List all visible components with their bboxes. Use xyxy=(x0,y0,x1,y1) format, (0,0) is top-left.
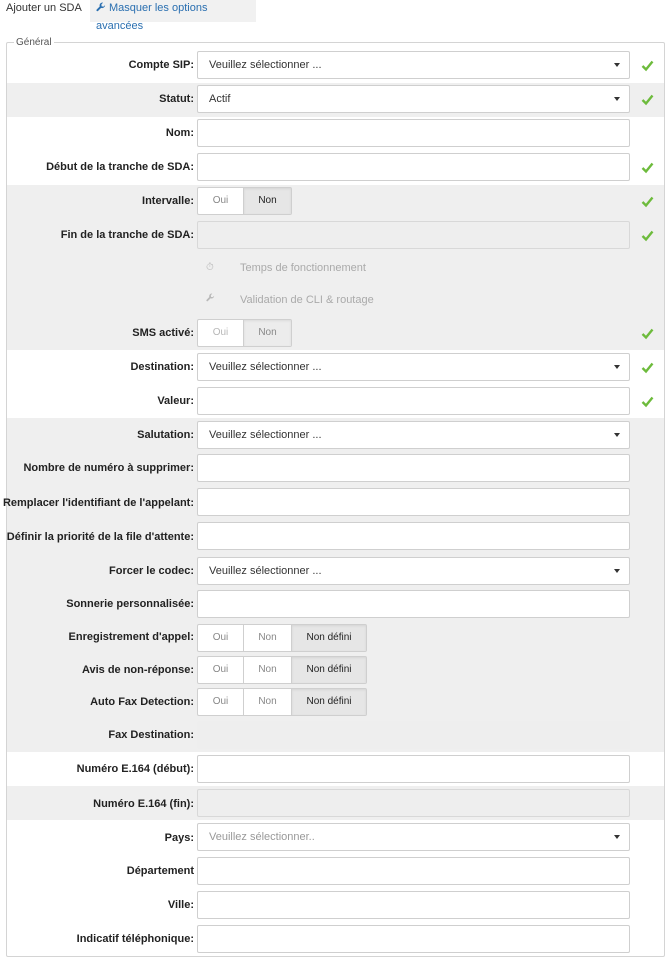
valeur-input[interactable] xyxy=(197,387,630,415)
pays-label: Pays: xyxy=(164,832,194,844)
autofax-oui-option[interactable]: Oui xyxy=(198,689,244,715)
intervalle-label: Intervalle: xyxy=(142,195,194,207)
temps-fonctionnement-label: Temps de fonctionnement xyxy=(240,262,366,274)
indicatif-input[interactable] xyxy=(197,925,630,953)
autofax-toggle[interactable]: Oui Non Non défini xyxy=(197,688,367,716)
destination-select[interactable]: Veuillez sélectionner ... xyxy=(197,353,630,381)
fin-tranche-label: Fin de la tranche de SDA: xyxy=(60,229,194,241)
sonnerie-label: Sonnerie personnalisée: xyxy=(66,598,194,610)
temps-fonctionnement-button[interactable]: ⏱ Temps de fonctionnement xyxy=(197,255,377,281)
wrench-icon xyxy=(206,287,215,313)
ville-label: Ville: xyxy=(167,899,194,911)
check-icon xyxy=(641,230,654,242)
sms-label: SMS activé: xyxy=(132,327,194,339)
avis-non-option[interactable]: Non xyxy=(244,657,292,683)
toggle-advanced-label: Masquer les options avancées xyxy=(96,2,208,32)
avis-oui-option[interactable]: Oui xyxy=(198,657,244,683)
avis-toggle[interactable]: Oui Non Non défini xyxy=(197,656,367,684)
intervalle-non-option[interactable]: Non xyxy=(244,188,291,214)
avis-non-defini-option[interactable]: Non défini xyxy=(292,657,366,683)
toggle-advanced-options-link[interactable]: Masquer les options avancées xyxy=(90,0,256,32)
intervalle-toggle[interactable]: Oui Non xyxy=(197,187,292,215)
departement-input[interactable] xyxy=(197,857,630,885)
statut-label: Statut: xyxy=(159,93,194,105)
autofax-non-defini-option[interactable]: Non défini xyxy=(292,689,366,715)
validation-cli-label: Validation de CLI & routage xyxy=(240,294,374,306)
fax-destination-label: Fax Destination: xyxy=(108,729,194,741)
priorite-input[interactable] xyxy=(197,522,630,550)
enregistrement-oui-option[interactable]: Oui xyxy=(198,625,244,651)
fax-destination-input[interactable] xyxy=(197,721,630,749)
ville-input[interactable] xyxy=(197,891,630,919)
intervalle-oui-option[interactable]: Oui xyxy=(198,188,244,214)
caret-down-icon xyxy=(614,835,620,839)
indicatif-label: Indicatif téléphonique: xyxy=(76,933,194,945)
statut-select[interactable]: Actif xyxy=(197,85,630,113)
check-icon xyxy=(641,396,654,408)
clock-icon: ⏱ xyxy=(206,262,214,273)
nom-label: Nom: xyxy=(165,127,194,139)
autofax-label: Auto Fax Detection: xyxy=(90,696,194,708)
autofax-non-option[interactable]: Non xyxy=(244,689,292,715)
sms-oui-option[interactable]: Oui xyxy=(198,320,244,346)
remplacer-id-label: Remplacer l'identifiant de l'appelant: xyxy=(2,497,194,509)
e164-debut-input[interactable] xyxy=(197,755,630,783)
fin-tranche-input[interactable] xyxy=(197,221,630,249)
e164-debut-label: Numéro E.164 (début): xyxy=(76,763,194,775)
check-icon xyxy=(641,94,654,106)
sms-non-option[interactable]: Non xyxy=(244,320,291,346)
debut-tranche-label: Début de la tranche de SDA: xyxy=(46,161,194,173)
e164-fin-label: Numéro E.164 (fin): xyxy=(93,798,194,810)
validation-cli-button[interactable]: Validation de CLI & routage xyxy=(197,287,383,313)
check-icon xyxy=(641,328,654,340)
caret-down-icon xyxy=(614,365,620,369)
enregistrement-toggle[interactable]: Oui Non Non défini xyxy=(197,624,367,652)
remplacer-id-input[interactable] xyxy=(197,488,630,516)
compte-sip-select[interactable]: Veuillez sélectionner ... xyxy=(197,51,630,79)
caret-down-icon xyxy=(614,569,620,573)
enregistrement-label: Enregistrement d'appel: xyxy=(68,631,194,643)
destination-label: Destination: xyxy=(130,361,194,373)
tab-add-sda[interactable]: Ajouter un SDA xyxy=(0,0,88,22)
compte-sip-label: Compte SIP: xyxy=(128,59,194,71)
salutation-label: Salutation: xyxy=(137,429,194,441)
nb-supprimer-input[interactable] xyxy=(197,454,630,482)
enregistrement-non-defini-option[interactable]: Non défini xyxy=(292,625,366,651)
enregistrement-non-option[interactable]: Non xyxy=(244,625,292,651)
check-icon xyxy=(641,162,654,174)
sonnerie-input[interactable] xyxy=(197,590,630,618)
nom-input[interactable] xyxy=(197,119,630,147)
codec-select[interactable]: Veuillez sélectionner ... xyxy=(197,557,630,585)
caret-down-icon xyxy=(614,63,620,67)
caret-down-icon xyxy=(614,433,620,437)
avis-label: Avis de non-réponse: xyxy=(81,664,194,676)
departement-label: Département xyxy=(126,865,194,877)
caret-down-icon xyxy=(614,97,620,101)
pays-select[interactable]: Veuillez sélectionner.. xyxy=(197,823,630,851)
check-icon xyxy=(641,196,654,208)
e164-fin-input[interactable] xyxy=(197,789,630,817)
check-icon xyxy=(641,60,654,72)
tab-bar: Ajouter un SDA Masquer les options avanc… xyxy=(0,0,666,32)
priorite-label: Définir la priorité de la file d'attente… xyxy=(6,531,194,543)
valeur-label: Valeur: xyxy=(157,395,194,407)
nb-supprimer-label: Nombre de numéro à supprimer: xyxy=(23,462,194,474)
debut-tranche-input[interactable] xyxy=(197,153,630,181)
sms-toggle[interactable]: Oui Non xyxy=(197,319,292,347)
salutation-select[interactable]: Veuillez sélectionner ... xyxy=(197,421,630,449)
general-legend: Général xyxy=(14,37,54,48)
check-icon xyxy=(641,362,654,374)
wrench-icon xyxy=(96,1,106,18)
codec-label: Forcer le codec: xyxy=(109,565,194,577)
